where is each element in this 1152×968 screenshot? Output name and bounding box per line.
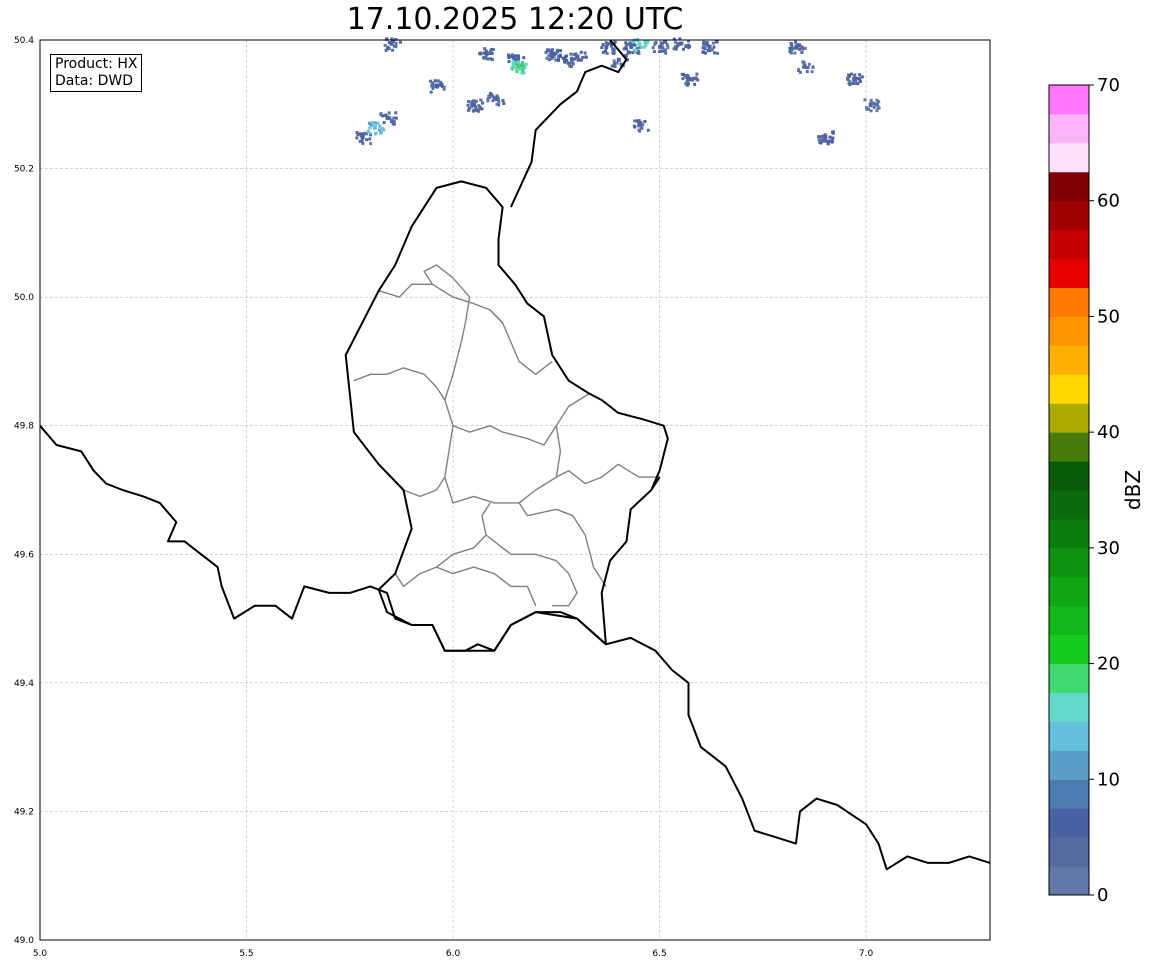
y-tick-label: 49.4 [14,679,34,689]
y-tick-label: 50.4 [14,36,34,46]
radar-map: 5.0 5.5 6.0 6.5 7.0 50.4 50.2 50.0 49.8 49.6 49.4… [14,36,991,959]
map-background [40,40,990,940]
product-label: Product: HX [55,56,138,72]
x-tick-label: 7.0 [859,949,874,959]
y-tick-label: 49.8 [14,422,34,432]
y-tick-label: 49.2 [14,807,34,817]
x-tick-label: 6.0 [446,949,461,959]
y-axis-ticks: 50.4 50.2 50.0 49.8 49.6 49.4 49.2 49.0 [14,36,34,946]
y-tick-label: 50.2 [14,165,34,175]
y-tick-label: 50.0 [14,293,34,303]
x-tick-label: 5.5 [239,949,253,959]
y-tick-label: 49.6 [14,550,34,560]
map-title: 17.10.2025 12:20 UTC [346,2,684,37]
data-source-label: Data: DWD [55,73,133,89]
y-tick-label: 49.0 [14,936,34,946]
echo-cell [651,40,670,55]
info-box: Product: HX Data: DWD [50,54,143,92]
x-axis-ticks: 5.0 5.5 6.0 6.5 7.0 [33,949,874,959]
x-tick-label: 5.0 [33,949,48,959]
x-tick-label: 6.5 [652,949,666,959]
